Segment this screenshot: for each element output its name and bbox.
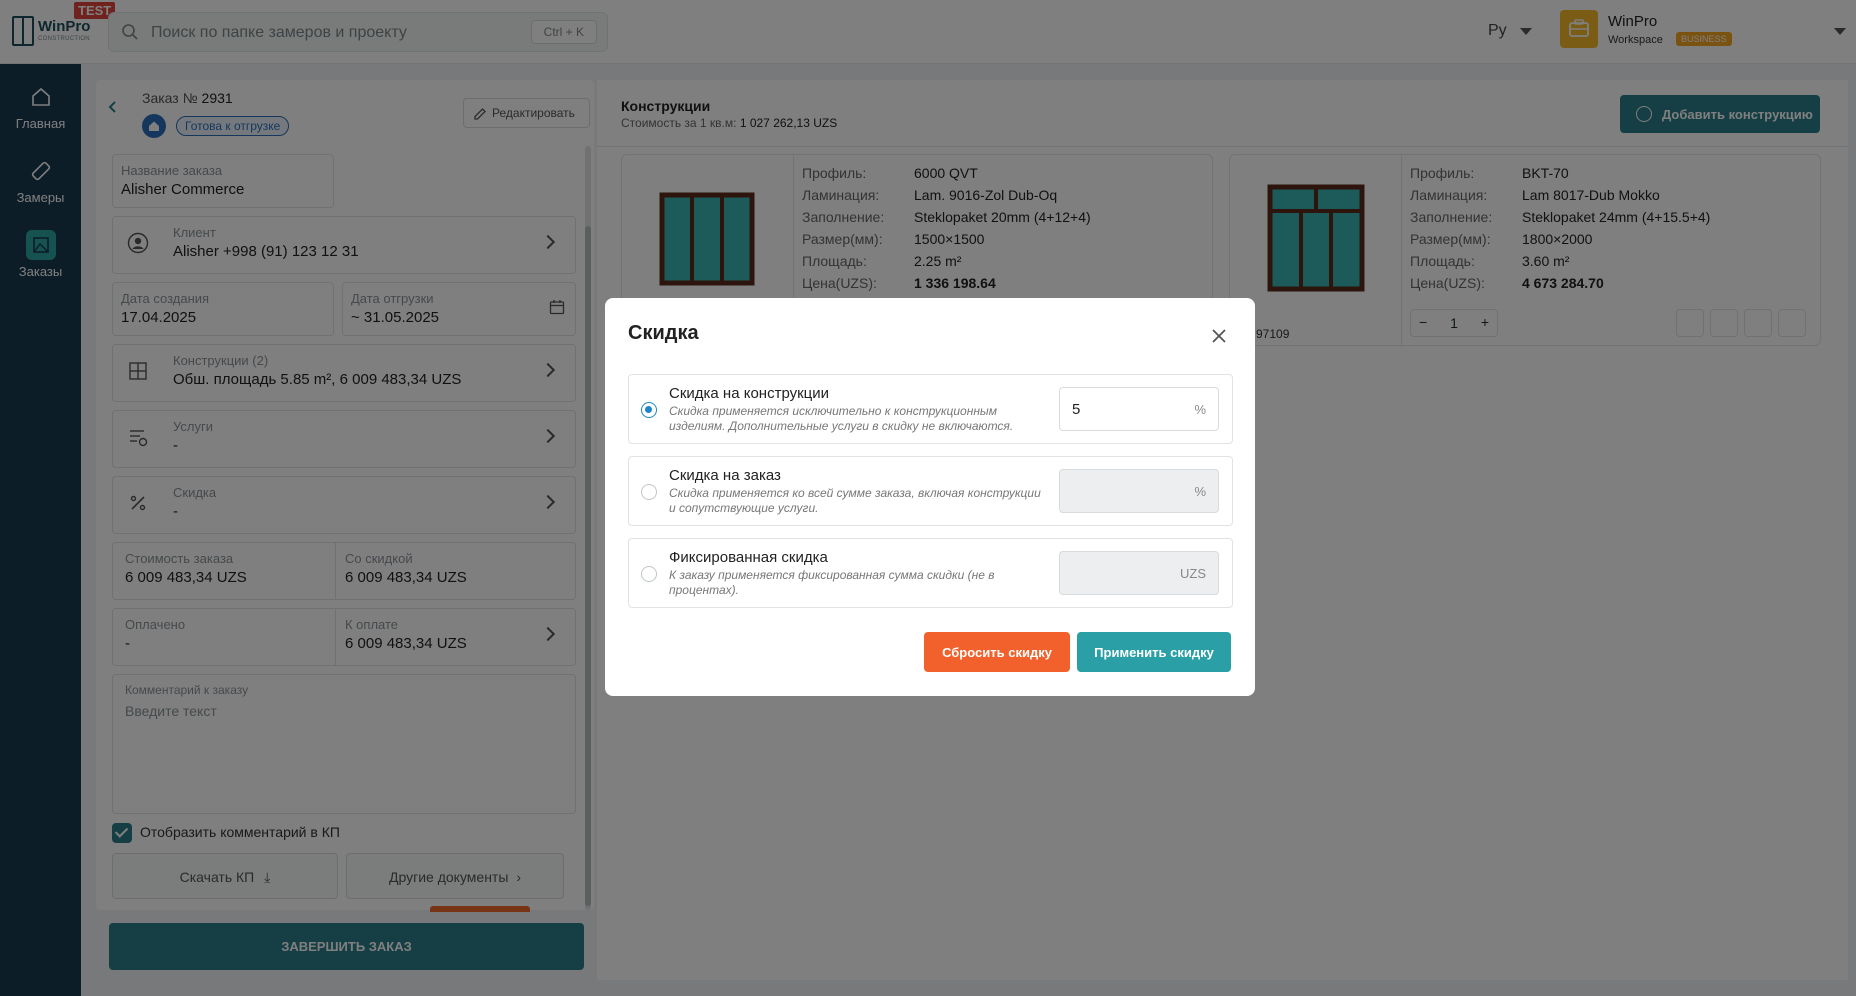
discount-option-order[interactable]: Скидка на заказ Скидка применяется ко вс… — [628, 456, 1233, 526]
input-value: 5 — [1072, 401, 1081, 418]
radio-unselected[interactable] — [641, 484, 657, 500]
discount-percent-input[interactable]: 5 % — [1059, 387, 1219, 431]
apply-discount-button[interactable]: Применить скидку — [1077, 632, 1231, 672]
option-title: Фиксированная скидка — [669, 549, 828, 566]
input-unit: % — [1194, 484, 1206, 499]
option-title: Скидка на заказ — [669, 467, 781, 484]
option-description: К заказу применяется фиксированная сумма… — [669, 568, 995, 597]
input-unit: UZS — [1180, 566, 1206, 581]
modal-title: Скидка — [628, 322, 699, 344]
radio-selected[interactable] — [641, 402, 657, 418]
option-description: Скидка применяется ко всей сумме заказа,… — [669, 486, 1041, 515]
input-unit: % — [1194, 402, 1206, 417]
radio-unselected[interactable] — [641, 566, 657, 582]
reset-discount-button[interactable]: Сбросить скидку — [924, 632, 1070, 672]
discount-option-constructions[interactable]: Скидка на конструкции Скидка применяется… — [628, 374, 1233, 444]
discount-option-fixed[interactable]: Фиксированная скидка К заказу применяетс… — [628, 538, 1233, 608]
discount-modal: Скидка Скидка на конструкции Скидка прим… — [605, 298, 1255, 696]
close-icon[interactable] — [1209, 326, 1229, 346]
order-percent-input[interactable]: % — [1059, 469, 1219, 513]
option-title: Скидка на конструкции — [669, 385, 830, 402]
fixed-amount-input[interactable]: UZS — [1059, 551, 1219, 595]
option-description: Скидка применяется исключительно к конст… — [669, 404, 1014, 433]
